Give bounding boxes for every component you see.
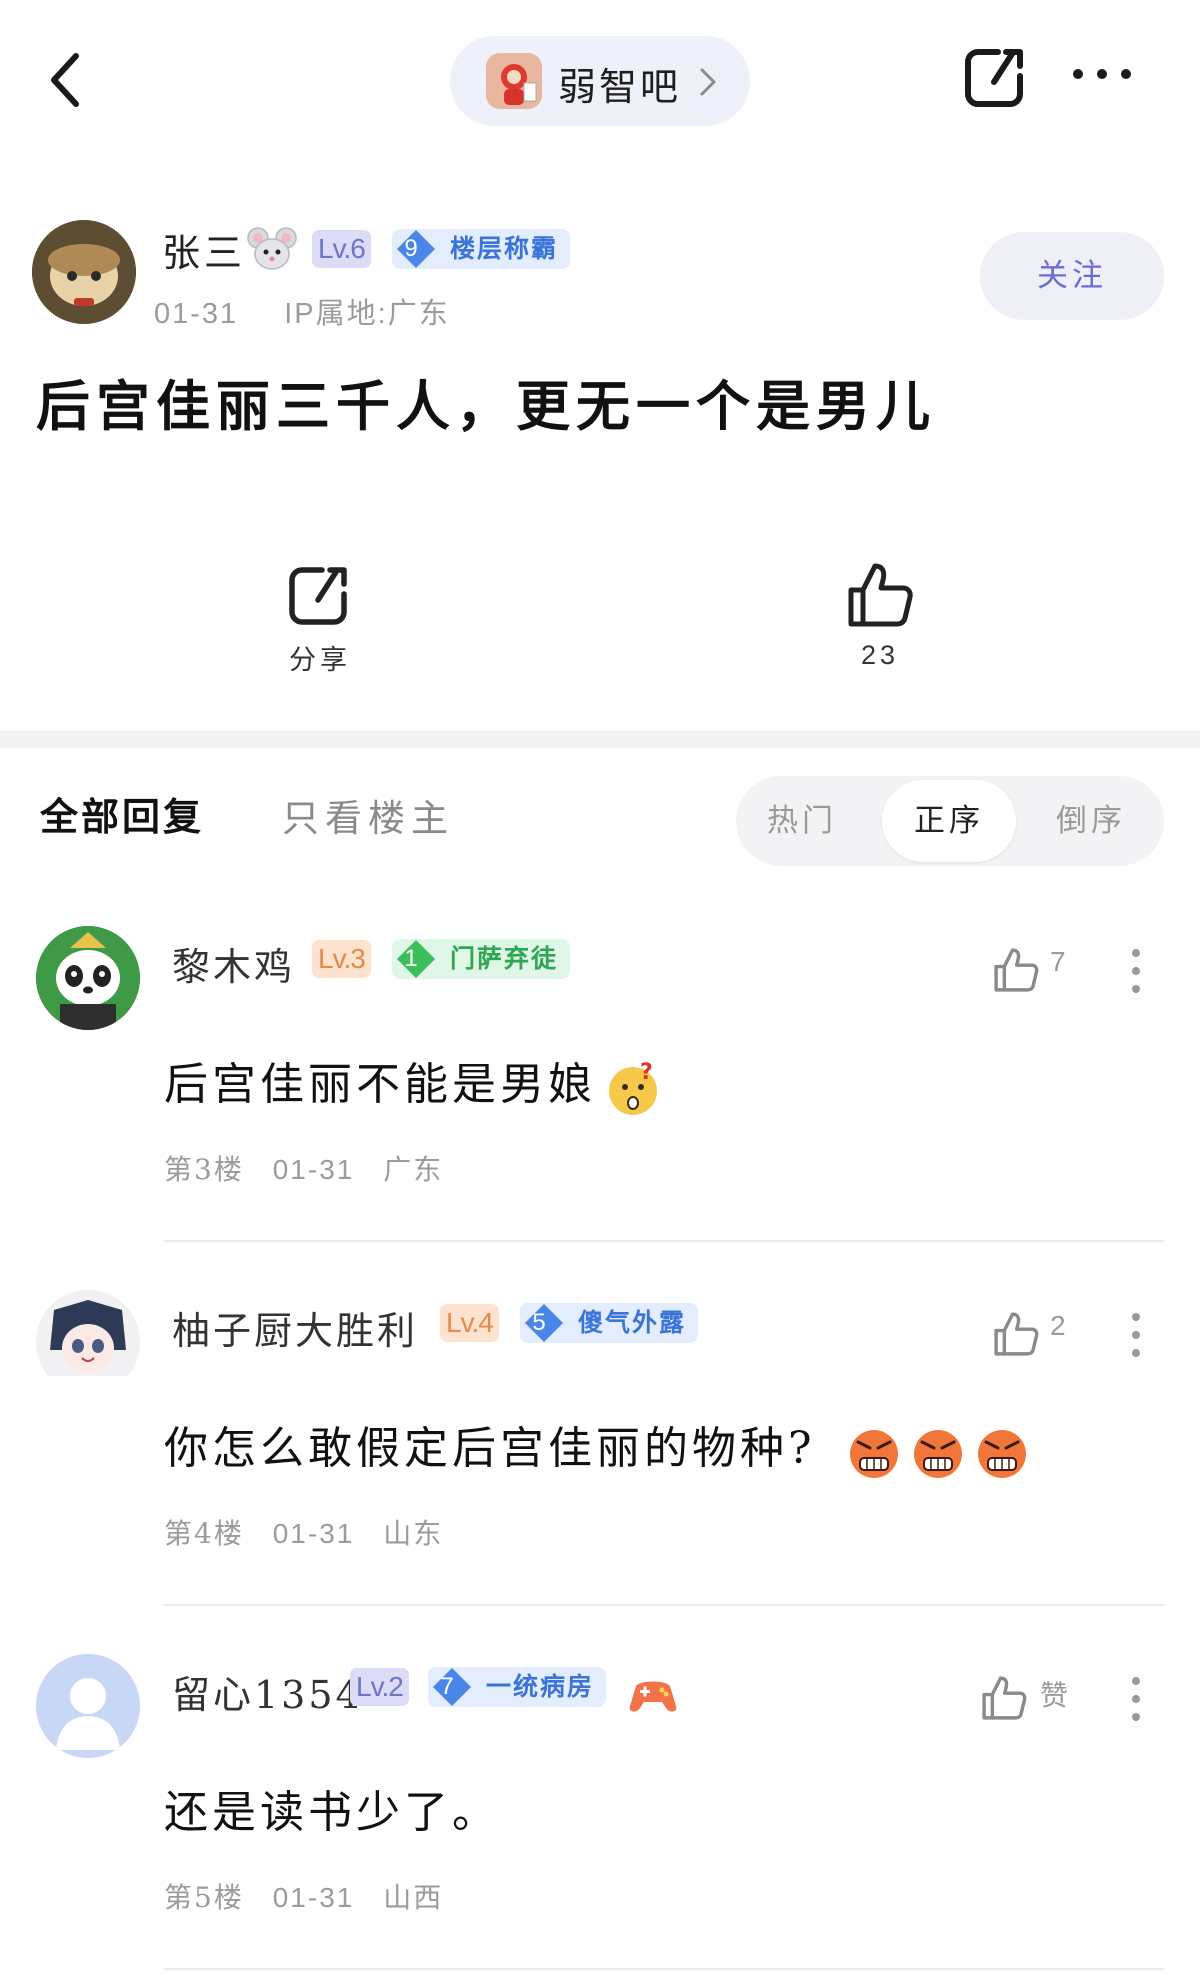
commenter-avatar[interactable] [36, 1654, 140, 1758]
commenter-badge-level: 7 [440, 1673, 456, 1700]
comment-date: 01-31 [272, 1154, 355, 1185]
author-avatar[interactable] [32, 220, 136, 324]
like-count: 23 [860, 640, 900, 670]
share-button[interactable]: 分享 [270, 564, 370, 677]
top-bar: 弱智吧 [0, 0, 1200, 170]
comment-floor: 第3楼 [164, 1153, 244, 1186]
share-button-top[interactable] [964, 46, 1028, 114]
mouse-zodiac-icon [247, 227, 297, 270]
post-title: 后宫佳丽三千人，更无一个是男儿 [36, 374, 936, 438]
chevron-left-icon [51, 53, 79, 107]
comment-location: 广东 [383, 1153, 444, 1186]
commenter-badge-level: 5 [532, 1309, 548, 1336]
commenter-avatar[interactable] [36, 926, 140, 1030]
share-icon [289, 567, 347, 625]
commenter-title-badge: 5 傻气外露 [520, 1303, 699, 1343]
commenter-badge-title: 一统病房 [486, 1672, 595, 1701]
section-divider [0, 730, 1200, 748]
more-vertical-icon[interactable] [1130, 1312, 1142, 1358]
comment-text: 后宫佳丽不能是男娘 ? [164, 1048, 662, 1117]
comment-divider [164, 1604, 1164, 1606]
comment-floor: 第5楼 [164, 1881, 244, 1914]
comment-meta: 第3楼 01-31 广东 [164, 1148, 461, 1188]
comment-date: 01-31 [272, 1882, 355, 1913]
commenter-avatar[interactable] [36, 1290, 140, 1394]
thumbs-up-icon[interactable] [992, 946, 1040, 994]
commenter-badge-level: 1 [404, 945, 420, 972]
sort-descending[interactable]: 倒序 [1026, 776, 1156, 866]
comment-meta: 第4楼 01-31 山东 [164, 1512, 461, 1552]
angry-face-emoji-icon [913, 1429, 962, 1478]
more-vertical-icon[interactable] [1130, 1676, 1142, 1722]
commenter-name[interactable]: 黎木鸡 [172, 936, 295, 991]
angry-face-emoji-icon [977, 1429, 1026, 1478]
thumbs-up-icon[interactable] [992, 1310, 1040, 1358]
commenter-name[interactable]: 留心1354 [172, 1664, 363, 1719]
comment-text: 还是读书少了。 [164, 1787, 500, 1838]
forum-name: 弱智吧 [558, 65, 682, 109]
thumbs-up-icon[interactable] [980, 1674, 1028, 1722]
forum-avatar [486, 53, 542, 109]
sort-hot[interactable]: 热门 [736, 776, 868, 866]
author-name[interactable]: 张三 [162, 222, 246, 277]
commenter-level-badge: Lv.4 [440, 1304, 499, 1342]
svg-text:?: ? [640, 1060, 657, 1085]
more-options-button[interactable] [1070, 66, 1134, 86]
comment-divider [164, 1240, 1164, 1242]
commenter-badge-title: 傻气外露 [578, 1308, 687, 1337]
more-vertical-icon[interactable] [1130, 948, 1142, 994]
comment-meta: 第5楼 01-31 山西 [164, 1876, 461, 1916]
commenter-name[interactable]: 柚子厨大胜利 [172, 1300, 418, 1355]
author-badge-title: 楼层称霸 [450, 234, 559, 263]
commenter-badge-title: 门萨弃徒 [450, 944, 559, 973]
author-title-badge: 9 楼层称霸 [392, 229, 571, 269]
tab-op-only[interactable]: 只看楼主 [282, 788, 454, 842]
more-horizontal-icon [1073, 69, 1131, 79]
tab-all-replies[interactable]: 全部回复 [40, 786, 204, 841]
thumbs-up-icon [848, 563, 913, 627]
comment-location: 山西 [383, 1881, 444, 1914]
sort-segmented-control: 热门 正序 倒序 [736, 776, 1164, 866]
comment-location: 山东 [383, 1517, 444, 1550]
comment-text: 你怎么敢假定后宫佳丽的物种? [164, 1412, 1030, 1480]
follow-button[interactable]: 关注 [980, 232, 1164, 320]
like-button[interactable]: 23 [830, 560, 930, 671]
thinking-face-emoji-icon: ? [609, 1060, 657, 1115]
author-level-badge: Lv.6 [312, 230, 371, 268]
commenter-title-badge: 7 一统病房 [428, 1667, 607, 1707]
comment-date: 01-31 [272, 1518, 355, 1549]
comment-like-count: 7 [1050, 946, 1066, 977]
comment-divider [164, 1968, 1164, 1970]
game-controller-icon [629, 1681, 677, 1712]
share-label: 分享 [289, 645, 351, 675]
forum-entry-button[interactable]: 弱智吧 [450, 36, 750, 126]
commenter-level-badge: Lv.3 [312, 940, 371, 978]
chevron-right-icon [700, 68, 716, 96]
commenter-title-badge: 1 门萨弃徒 [392, 939, 571, 979]
comment-like-count: 2 [1050, 1310, 1066, 1341]
post-ip-location: IP属地:广东 [284, 298, 450, 330]
comment-like-label: 赞 [1040, 1679, 1069, 1712]
author-badge-level: 9 [404, 235, 420, 262]
angry-face-emoji-icon [849, 1429, 898, 1478]
post-date: 01-31 [154, 298, 239, 330]
comment-floor: 第4楼 [164, 1517, 244, 1550]
sort-ascending[interactable]: 正序 [882, 780, 1016, 862]
share-icon [965, 49, 1023, 107]
post-meta: 01-31 IP属地:广东 [154, 290, 450, 332]
back-button[interactable] [40, 40, 100, 120]
commenter-level-badge: Lv.2 [350, 1668, 409, 1706]
